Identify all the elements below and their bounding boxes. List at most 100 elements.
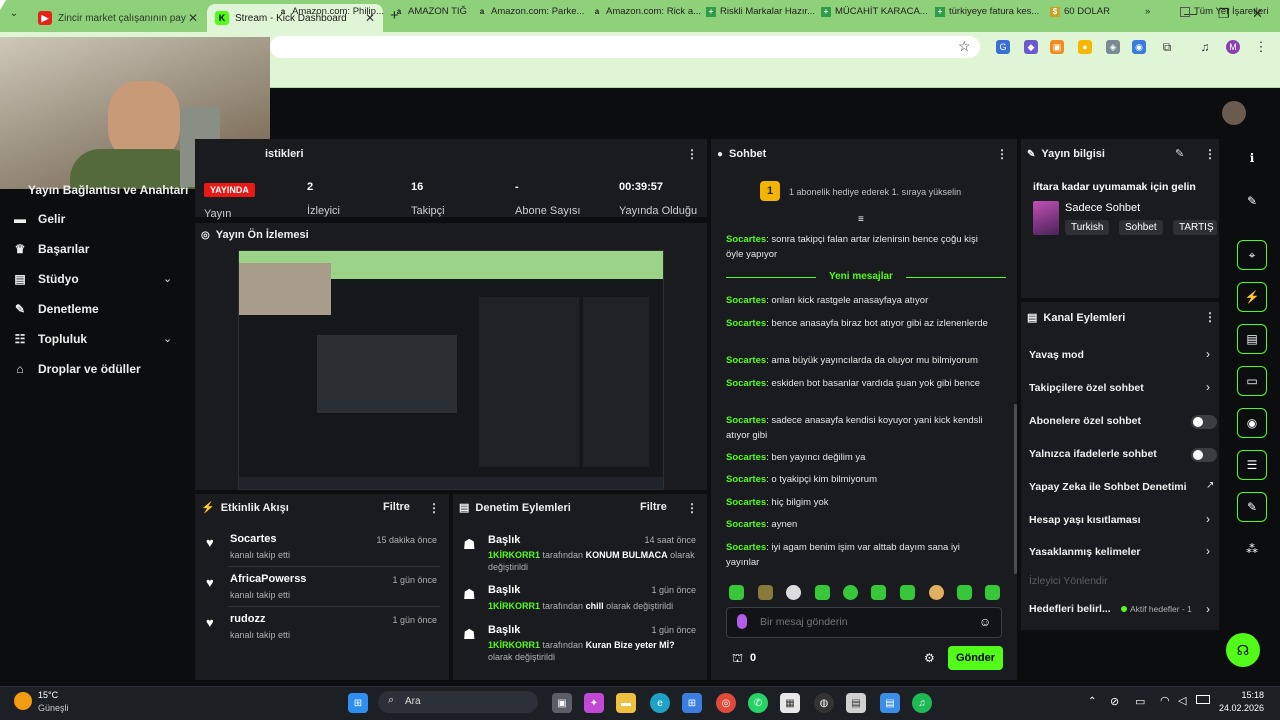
kebab-icon[interactable]: ⋮ <box>686 501 698 515</box>
windows-start-icon[interactable]: ⊞ <box>348 693 368 713</box>
chevron-right-icon[interactable]: › <box>1206 544 1210 558</box>
translate-extension-icon[interactable]: G <box>996 40 1010 54</box>
kebab-icon[interactable]: ⋮ <box>1204 310 1216 324</box>
extension-icon[interactable]: ◉ <box>1132 40 1146 54</box>
chat-message-input[interactable] <box>760 612 970 632</box>
weather-icon[interactable] <box>14 692 32 710</box>
tag[interactable]: TARTIŞ <box>1173 220 1217 235</box>
chat-scrollbar[interactable] <box>1014 404 1017 574</box>
emoji-icon[interactable]: ☺ <box>979 615 991 629</box>
shield-extension-icon[interactable]: ◈ <box>1106 40 1120 54</box>
sidebar-item-studyo[interactable]: ▤ Stüdyo <box>12 272 78 286</box>
emote-icon[interactable] <box>871 585 886 600</box>
bookmarks-overflow[interactable]: » <box>1145 6 1150 17</box>
chat-icon[interactable]: ▭ <box>1237 366 1267 396</box>
microphone-icon[interactable] <box>737 614 747 629</box>
profile-avatar[interactable]: M <box>1226 40 1240 54</box>
app-icon[interactable]: ▦ <box>780 693 800 713</box>
sidebar-item-denetleme[interactable]: ✎ Denetleme <box>12 302 99 316</box>
send-button[interactable]: Gönder <box>948 646 1003 670</box>
edit-icon[interactable]: ✎ <box>1175 147 1184 160</box>
bookmark[interactable]: a Amazon.com: Parke... <box>477 6 585 17</box>
emote-icon[interactable] <box>900 585 915 600</box>
emote-icon[interactable] <box>985 585 1000 600</box>
clock-date[interactable]: 24.02.2026 <box>1212 703 1264 713</box>
extension-icon[interactable]: ▣ <box>1050 40 1064 54</box>
menu-icon[interactable]: ⋮ <box>1254 39 1268 54</box>
emote-icon[interactable] <box>843 585 858 600</box>
chrome-icon[interactable]: ◎ <box>716 693 736 713</box>
chevron-right-icon[interactable]: › <box>1206 380 1210 394</box>
browser-tab-youtube[interactable]: ▶ Zincir market çalışanının paylaş ✕ <box>30 4 206 32</box>
taskview-icon[interactable]: ▣ <box>552 693 572 713</box>
bookmark[interactable]: + Riskli Markalar Hazır... <box>706 6 815 17</box>
kebab-icon[interactable]: ⋮ <box>686 147 698 161</box>
sidebar-item-topluluk[interactable]: ☷ Topluluk <box>12 332 88 346</box>
bookmark[interactable]: a AMAZON TIĞ <box>394 6 467 17</box>
extension-icon[interactable]: ● <box>1078 40 1092 54</box>
clip-icon[interactable]: ⌖ <box>1237 240 1267 270</box>
bookmark[interactable]: + MÜCAHİT KARACA... <box>821 6 928 17</box>
goals-item[interactable]: Hedefleri belirl... <box>1029 603 1111 615</box>
tray-icon[interactable]: ⊘ <box>1110 695 1119 708</box>
kebab-icon[interactable]: ⋮ <box>428 501 440 515</box>
event-user[interactable]: Socartes <box>230 533 276 545</box>
sidebar-item-gelir[interactable]: ▬ Gelir <box>12 212 65 226</box>
emote-icon[interactable] <box>729 585 744 600</box>
info-icon[interactable]: ℹ <box>1237 143 1267 173</box>
all-bookmarks[interactable]: Tüm Yer İşaretleri <box>1180 6 1268 17</box>
event-user[interactable]: rudozz <box>230 613 265 625</box>
media-icon[interactable]: ♫ <box>1198 40 1212 54</box>
banned-words-item[interactable]: Yasaklanmış kelimeler <box>1029 546 1141 558</box>
chevron-down-icon[interactable]: ⌄ <box>163 272 172 285</box>
spotify-icon[interactable]: ♫ <box>912 693 932 713</box>
chevron-down-icon[interactable]: ⌄ <box>163 332 172 345</box>
lightning-icon[interactable]: ⚡ <box>1237 282 1267 312</box>
broadcast-icon[interactable]: ◉ <box>1237 408 1267 438</box>
copilot-icon[interactable]: ✦ <box>584 693 604 713</box>
layout-icon[interactable]: ☰ <box>1237 450 1267 480</box>
activity-filter-button[interactable]: Filtre <box>383 501 410 513</box>
emote-icon[interactable] <box>758 585 773 600</box>
kebab-icon[interactable]: ⋮ <box>996 147 1008 161</box>
sidebar-item-basarilar[interactable]: ♛ Başarılar <box>12 242 90 256</box>
pin-icon[interactable]: ≡ <box>858 214 864 225</box>
volume-icon[interactable]: ◁ <box>1178 694 1186 707</box>
tray-chevron-icon[interactable]: ⌃ <box>1088 696 1096 707</box>
obs-icon[interactable]: ◍ <box>814 693 834 713</box>
followers-only-item[interactable]: Takipçilere özel sohbet <box>1029 382 1144 394</box>
pencil-icon[interactable]: ✎ <box>1237 186 1267 216</box>
close-icon[interactable]: ✕ <box>188 11 198 25</box>
taskbar-search[interactable] <box>378 691 538 713</box>
chevron-right-icon[interactable]: › <box>1206 602 1210 616</box>
slow-mode-item[interactable]: Yavaş mod <box>1029 349 1084 361</box>
clock-time[interactable]: 15:18 <box>1230 690 1264 700</box>
chevron-right-icon[interactable]: › <box>1206 512 1210 526</box>
gift-prompt[interactable]: 1 abonelik hediye ederek 1. sıraya yükse… <box>789 187 961 197</box>
address-bar[interactable] <box>270 36 980 58</box>
edge-icon[interactable]: e <box>650 693 670 713</box>
tab-search-button[interactable]: ⌄ <box>6 8 22 24</box>
wifi-icon[interactable]: ◠ <box>1160 694 1170 707</box>
wrench-icon[interactable]: ✎ <box>1237 492 1267 522</box>
whatsapp-icon[interactable]: ✆ <box>748 693 768 713</box>
user-avatar[interactable] <box>1222 101 1246 125</box>
moderation-filter-button[interactable]: Filtre <box>640 501 667 513</box>
star-icon[interactable]: ☆ <box>958 38 971 55</box>
notes-icon[interactable]: ▤ <box>1237 324 1267 354</box>
notes-icon[interactable]: ▤ <box>880 693 900 713</box>
emotes-only-toggle[interactable] <box>1191 448 1217 462</box>
notepad-icon[interactable]: ▤ <box>846 693 866 713</box>
tray-icon[interactable]: ▭ <box>1135 695 1145 708</box>
stream-preview-video[interactable] <box>238 250 664 490</box>
extension-icon[interactable]: ◆ <box>1024 40 1038 54</box>
explorer-icon[interactable]: ▬ <box>616 693 636 713</box>
tag[interactable]: Turkish <box>1065 220 1110 235</box>
ai-moderation-item[interactable]: Yapay Zeka ile Sohbet Denetimi <box>1029 481 1187 493</box>
account-age-item[interactable]: Hesap yaşı kısıtlaması <box>1029 514 1141 526</box>
support-headset-button[interactable]: ☊ <box>1226 633 1260 667</box>
nodes-icon[interactable]: ⁂ <box>1237 534 1267 564</box>
chat-settings-icon[interactable]: ⚙ <box>924 651 935 665</box>
emote-icon[interactable] <box>929 585 944 600</box>
puzzle-icon[interactable]: ⧉ <box>1160 40 1174 54</box>
